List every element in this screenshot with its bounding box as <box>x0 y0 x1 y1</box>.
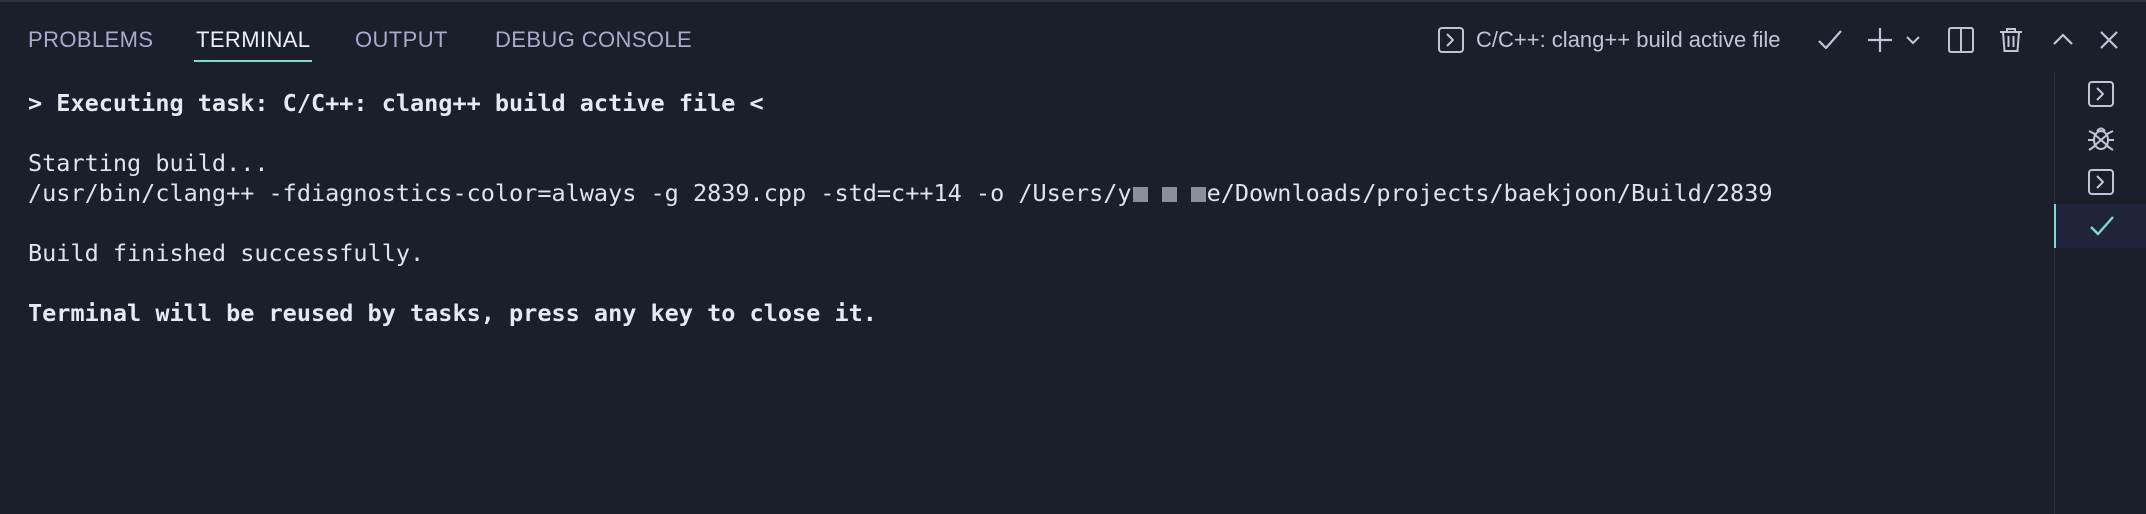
trash-icon[interactable] <box>1996 24 2026 56</box>
chevron-up-icon[interactable] <box>2048 24 2078 56</box>
terminal-list-item-debug[interactable] <box>2056 116 2146 160</box>
redacted-block <box>1132 187 1148 202</box>
terminal-icon <box>2088 169 2114 195</box>
active-task-label[interactable]: C/C++: clang++ build active file <box>1476 26 1781 54</box>
command-prefix: /usr/bin/clang++ -fdiagnostics-color=alw… <box>28 179 1132 207</box>
debug-icon <box>2088 127 2114 151</box>
plus-icon[interactable] <box>1864 24 1896 56</box>
split-icon[interactable] <box>1945 24 1977 56</box>
check-icon[interactable] <box>1815 24 1845 56</box>
redacted-block <box>1190 187 1206 202</box>
check-icon <box>2090 216 2114 236</box>
terminal-list-divider <box>2054 72 2055 514</box>
terminal-icon <box>2088 81 2114 107</box>
terminal-list-item-terminal[interactable] <box>2056 72 2146 116</box>
terminal-reuse-line: Terminal will be reused by tasks, press … <box>28 299 877 327</box>
tab-debug-console[interactable]: DEBUG CONSOLE <box>495 26 692 54</box>
terminal-list-item-task-active[interactable] <box>2054 204 2146 248</box>
tab-output[interactable]: OUTPUT <box>355 26 448 54</box>
close-icon[interactable] <box>2094 24 2124 56</box>
build-finished-line: Build finished successfully. <box>28 239 425 267</box>
terminal-icon[interactable] <box>1436 24 1466 56</box>
terminal-output[interactable]: > Executing task: C/C++: clang++ build a… <box>28 88 2028 328</box>
compile-command-line: /usr/bin/clang++ -fdiagnostics-color=alw… <box>28 178 2028 208</box>
starting-build-line: Starting build... <box>28 149 269 177</box>
tab-terminal[interactable]: TERMINAL <box>193 26 313 62</box>
redacted-block <box>1161 187 1177 202</box>
executing-task-line: > Executing task: C/C++: clang++ build a… <box>28 89 764 117</box>
panel-top-border <box>0 0 2146 2</box>
command-suffix: e/Downloads/projects/baekjoon/Build/2839 <box>1206 179 1773 207</box>
chevron-down-icon[interactable] <box>1900 24 1926 56</box>
terminal-list-item-terminal-2[interactable] <box>2056 160 2146 204</box>
tab-problems[interactable]: PROBLEMS <box>28 26 153 54</box>
